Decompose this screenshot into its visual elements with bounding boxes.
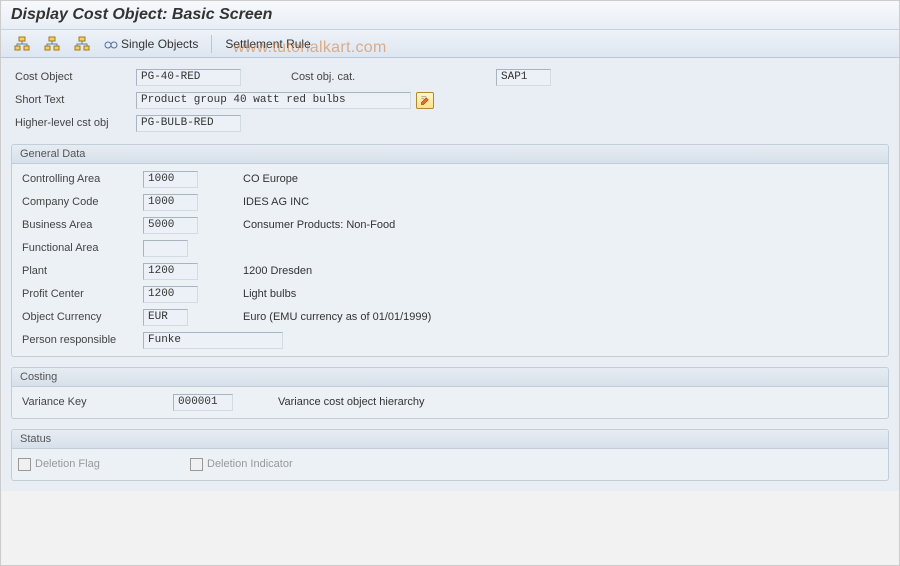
hierarchy-icon (74, 36, 90, 52)
company-code-desc: IDES AG INC (243, 196, 309, 208)
hierarchy-2-button[interactable] (39, 33, 65, 55)
profit-center-field[interactable]: 1200 (143, 286, 198, 303)
hierarchy-3-button[interactable] (69, 33, 95, 55)
hierarchy-icon (14, 36, 30, 52)
deletion-flag-label: Deletion Flag (35, 458, 190, 470)
controlling-area-field[interactable]: 1000 (143, 171, 198, 188)
object-currency-desc: Euro (EMU currency as of 01/01/1999) (243, 311, 431, 323)
toolbar: Single Objects Settlement Rule (1, 30, 899, 58)
short-text-label: Short Text (11, 94, 136, 106)
single-objects-label: Single Objects (121, 37, 198, 51)
pencil-icon (420, 95, 431, 106)
object-currency-label: Object Currency (18, 311, 143, 323)
cost-obj-cat-label: Cost obj. cat. (291, 71, 496, 83)
variance-key-field[interactable]: 000001 (173, 394, 233, 411)
person-resp-field[interactable]: Funke (143, 332, 283, 349)
business-area-label: Business Area (18, 219, 143, 231)
variance-key-label: Variance Key (18, 396, 173, 408)
costing-group: Costing Variance Key 000001 Variance cos… (11, 367, 889, 419)
general-data-group: General Data Controlling Area 1000 CO Eu… (11, 144, 889, 357)
deletion-flag-checkbox (18, 458, 31, 471)
company-code-field[interactable]: 1000 (143, 194, 198, 211)
functional-area-field[interactable] (143, 240, 188, 257)
controlling-area-desc: CO Europe (243, 173, 298, 185)
plant-desc: 1200 Dresden (243, 265, 312, 277)
higher-level-label: Higher-level cst obj (11, 117, 136, 129)
functional-area-label: Functional Area (18, 242, 143, 254)
company-code-label: Company Code (18, 196, 143, 208)
profit-center-desc: Light bulbs (243, 288, 296, 300)
object-currency-field[interactable]: EUR (143, 309, 188, 326)
controlling-area-label: Controlling Area (18, 173, 143, 185)
variance-key-desc: Variance cost object hierarchy (278, 396, 425, 408)
cost-obj-cat-field[interactable]: SAP1 (496, 69, 551, 86)
page-title: Display Cost Object: Basic Screen (11, 6, 889, 24)
hierarchy-icon (44, 36, 60, 52)
general-data-header: General Data (12, 145, 888, 164)
business-area-desc: Consumer Products: Non-Food (243, 219, 395, 231)
person-resp-label: Person responsible (18, 334, 143, 346)
toolbar-separator (211, 35, 212, 53)
business-area-field[interactable]: 5000 (143, 217, 198, 234)
settlement-rule-button[interactable]: Settlement Rule (220, 34, 315, 54)
content-area: Cost Object PG-40-RED Cost obj. cat. SAP… (1, 58, 899, 491)
status-header: Status (12, 430, 888, 449)
cost-object-field[interactable]: PG-40-RED (136, 69, 241, 86)
costing-header: Costing (12, 368, 888, 387)
deletion-indicator-label: Deletion Indicator (207, 458, 293, 470)
settlement-rule-label: Settlement Rule (225, 37, 310, 51)
plant-label: Plant (18, 265, 143, 277)
long-text-edit-button[interactable] (416, 92, 434, 109)
glasses-icon (104, 37, 118, 51)
profit-center-label: Profit Center (18, 288, 143, 300)
plant-field[interactable]: 1200 (143, 263, 198, 280)
higher-level-field[interactable]: PG-BULB-RED (136, 115, 241, 132)
cost-object-label: Cost Object (11, 71, 136, 83)
short-text-field[interactable]: Product group 40 watt red bulbs (136, 92, 411, 109)
single-objects-button[interactable]: Single Objects (99, 34, 203, 54)
hierarchy-1-button[interactable] (9, 33, 35, 55)
status-group: Status Deletion Flag Deletion Indicator (11, 429, 889, 481)
deletion-indicator-checkbox (190, 458, 203, 471)
title-bar: Display Cost Object: Basic Screen (1, 1, 899, 30)
